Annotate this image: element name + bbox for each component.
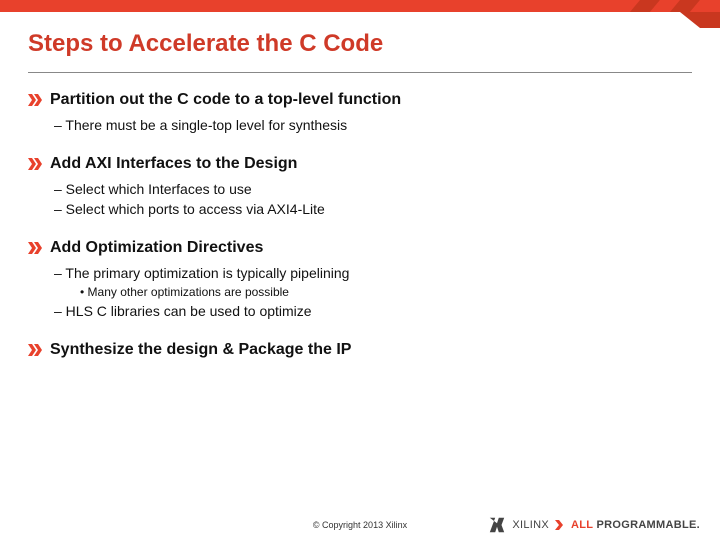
brand-name: XILINX xyxy=(512,519,549,531)
sub-bullet: – HLS C libraries can be used to optimiz… xyxy=(54,303,692,319)
sub-bullet: – The primary optimization is typically … xyxy=(54,265,692,281)
section-head-text: Partition out the C code to a top-level … xyxy=(50,91,401,109)
section-partition: Partition out the C code to a top-level … xyxy=(28,91,692,133)
sub-bullet: – Select which Interfaces to use xyxy=(54,181,692,197)
sub-bullet: – Select which ports to access via AXI4-… xyxy=(54,201,692,217)
section-head: Add Optimization Directives xyxy=(28,239,692,257)
section-head-text: Add AXI Interfaces to the Design xyxy=(50,155,297,173)
slide-title: Steps to Accelerate the C Code xyxy=(0,12,720,66)
section-head-text: Add Optimization Directives xyxy=(50,239,263,257)
double-chevron-icon xyxy=(28,94,42,106)
section-head-text: Synthesize the design & Package the IP xyxy=(50,341,351,359)
section-head: Synthesize the design & Package the IP xyxy=(28,341,692,359)
section-head: Partition out the C code to a top-level … xyxy=(28,91,692,109)
double-chevron-icon xyxy=(28,158,42,170)
subsub-bullet: • Many other optimizations are possible xyxy=(80,285,692,299)
tag-accent: ALL xyxy=(571,519,593,531)
copyright-text: © Copyright 2013 Xilinx xyxy=(313,520,407,530)
chevron-icon xyxy=(555,520,565,530)
double-chevron-icon xyxy=(28,242,42,254)
tag-rest: PROGRAMMABLE. xyxy=(593,519,700,531)
content-area: Partition out the C code to a top-level … xyxy=(0,73,720,359)
corner-decoration xyxy=(630,0,720,30)
sub-bullet: – There must be a single-top level for s… xyxy=(54,117,692,133)
brand-block: XILINX ALL PROGRAMMABLE. xyxy=(488,516,700,534)
double-chevron-icon xyxy=(28,344,42,356)
section-synthesize: Synthesize the design & Package the IP xyxy=(28,341,692,359)
section-optimization: Add Optimization Directives – The primar… xyxy=(28,239,692,319)
brand-tagline: ALL PROGRAMMABLE. xyxy=(571,519,700,531)
xilinx-logo-icon xyxy=(488,516,506,534)
section-head: Add AXI Interfaces to the Design xyxy=(28,155,692,173)
section-axi: Add AXI Interfaces to the Design – Selec… xyxy=(28,155,692,217)
top-accent-bar xyxy=(0,0,720,12)
